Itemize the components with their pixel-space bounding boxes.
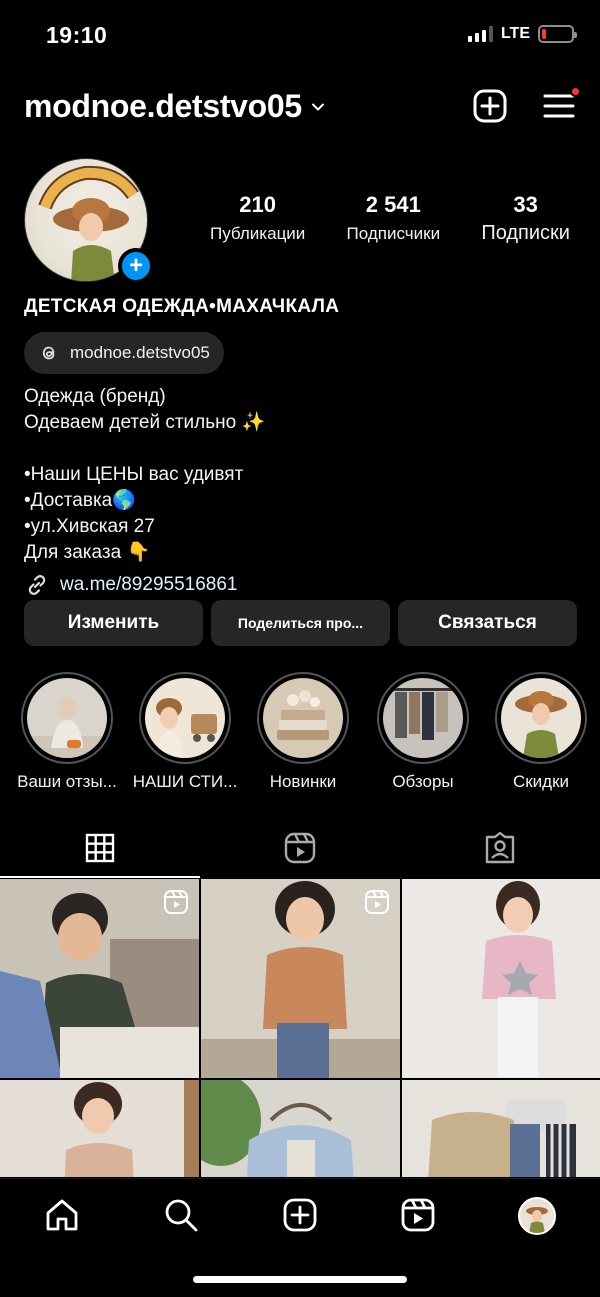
threads-badge[interactable]: modnoe.detstvo05 [24,332,224,374]
profile-avatar[interactable]: + [24,158,154,284]
reels-icon[interactable] [400,1197,436,1233]
highlight-ring [257,672,349,764]
battery-level [542,29,546,39]
battery-icon [538,25,577,43]
grid-post[interactable] [402,879,600,1078]
highlight-item[interactable]: Обзоры [364,672,482,792]
tab-posts[interactable] [0,818,200,878]
story-highlights: Ваши отзы... НАШИ СТИ... Новинки Обзоры [0,672,600,802]
search-icon[interactable] [163,1197,199,1233]
grid-icon [85,833,115,863]
profile-actions: Изменить Поделиться про... Связаться [24,600,577,646]
post-thumbnail [0,1080,199,1177]
reel-badge-icon [365,890,389,914]
create-post-icon[interactable] [472,88,508,124]
highlight-label: Скидки [512,772,570,791]
add-story-button[interactable]: + [118,248,154,284]
notification-dot [570,86,581,97]
grid-post[interactable] [201,879,400,1078]
reels-icon [284,832,316,864]
stat-label: Подписчики [346,224,441,243]
share-profile-button[interactable]: Поделиться про... [211,600,390,646]
avatar [526,1207,548,1233]
menu-button[interactable] [541,86,581,124]
highlight-item[interactable]: НАШИ СТИ... [126,672,244,792]
highlight-label: НАШИ СТИ... [132,772,238,791]
signal-icon [467,26,493,42]
highlight-ring [139,672,231,764]
account-switcher[interactable]: modnoe.detstvo05 [24,88,326,125]
highlight-ring [377,672,469,764]
profile-name: ДЕТСКАЯ ОДЕЖДА•МАХАЧКАЛА [24,296,340,317]
grid-post[interactable] [0,1080,199,1177]
link-text: wa.me/89295516861 [60,574,238,595]
highlight-label: Обзоры [392,772,454,791]
highlight-item[interactable]: Новинки [244,672,362,792]
profile-bio: Одежда (бренд) Одеваем детей стильно ✨ •… [24,386,266,563]
highlight-cover [145,678,225,758]
tagged-user-icon [485,831,515,864]
profile-header: modnoe.detstvo05 [0,80,600,136]
stat-followers[interactable]: 2 541 Подписчики [347,192,441,245]
status-time: 19:10 [46,22,108,48]
network-label: LTE [500,25,530,42]
profile-tabs [0,818,600,878]
contact-button[interactable]: Связаться [398,600,577,646]
stat-label: Публикации [210,224,306,243]
stat-label: Подписки [481,222,570,244]
reel-badge-icon [164,890,188,914]
highlight-item[interactable]: Скидки [482,672,600,792]
stat-value: 210 [239,192,276,217]
stat-value: 2 541 [365,192,421,217]
post-thumbnail [402,1080,600,1177]
highlight-label: Ваши отзы... [17,772,117,791]
chevron-down-icon [311,103,324,110]
tab-tagged[interactable] [400,818,600,878]
grid-post[interactable] [201,1080,400,1177]
username: modnoe.detstvo05 [24,88,302,124]
edit-profile-button[interactable]: Изменить [24,600,203,646]
threads-icon [42,346,55,360]
highlight-label: Новинки [269,772,337,791]
highlight-item[interactable]: Ваши отзы... [8,672,126,792]
link-icon [28,575,46,595]
highlight-cover [383,678,463,758]
status-indicators: LTE [467,25,577,43]
highlight-ring [495,672,587,764]
status-bar: 19:10 LTE [0,0,600,72]
grid-post[interactable] [402,1080,600,1177]
threads-handle: modnoe.detstvo05 [70,343,210,362]
home-indicator [193,1276,407,1283]
highlight-cover [27,678,107,758]
stat-value: 33 [513,192,538,217]
stat-following[interactable]: 33 Подписки [481,192,570,245]
profile-stats: 210 Публикации 2 541 Подписчики 33 Подпи… [210,192,570,245]
stat-posts[interactable]: 210 Публикации [210,192,305,245]
highlight-cover [263,678,343,758]
home-icon[interactable] [44,1197,80,1233]
posts-grid [0,879,600,1177]
profile-avatar-tab[interactable] [518,1197,556,1235]
highlight-cover [501,678,581,758]
create-icon[interactable] [282,1197,318,1233]
highlight-ring [21,672,113,764]
profile-link[interactable]: wa.me/89295516861 [24,572,237,598]
grid-post[interactable] [0,879,199,1078]
post-thumbnail [402,879,600,1078]
tab-reels[interactable] [200,818,400,878]
post-thumbnail [201,1080,400,1177]
